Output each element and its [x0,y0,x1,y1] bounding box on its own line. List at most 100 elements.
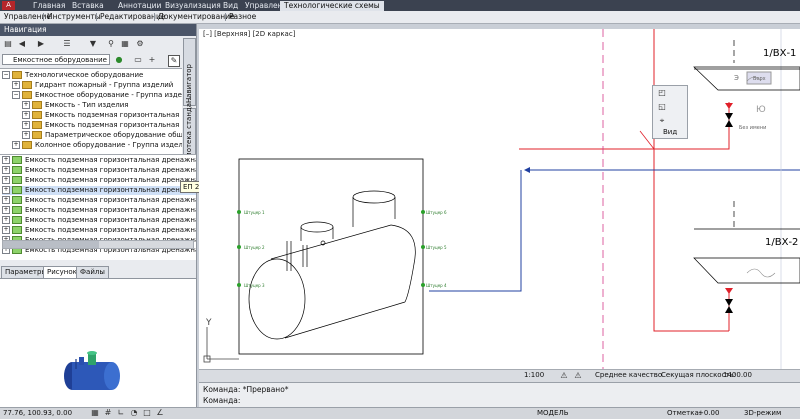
picture-preview [0,278,196,408]
toolbar-documenting[interactable]: Документирование [158,12,235,21]
navigator-panel: Навигация ▤ ◀ ▶ ☰ ▼ ⚲ ▦ ⚙ Емкостное обор… [0,24,197,408]
tab-visualization[interactable]: Визуализация [165,1,221,11]
model-space-button[interactable]: МОДЕЛЬ [537,409,569,417]
tree-item[interactable]: − Технологическое оборудование [2,71,143,80]
nozzle-label: Штуцер 5 [426,245,447,250]
tab-annotations[interactable]: Аннотации [118,1,161,11]
section-plane-value[interactable]: 1400.00 [723,371,752,379]
ucs-icon [203,327,239,363]
elevation-value[interactable]: +0.00 [698,409,719,417]
annotation-visibility-icon[interactable]: ⚠ [573,371,583,381]
tree-item[interactable]: − Емкостное оборудование - Группа изделий [12,91,182,100]
divider [96,13,97,21]
navigator-tools: ▤ ◀ ▶ ☰ ▼ ⚲ ▦ ⚙ [0,37,182,51]
nozzle-label: Штуцер 4 [426,283,447,288]
tree-item[interactable]: + Емкость - Тип изделия [22,101,129,110]
pipe-blue [429,170,522,292]
tab-home[interactable]: Главная [33,1,65,11]
list-item-selected[interactable]: + Емкость подземная горизонтальная дренаж… [2,186,196,195]
list-item[interactable]: +Емкость подземная горизонтальная дренаж… [2,176,196,185]
command-prompt[interactable]: Команда: [203,396,240,405]
navigation-icon[interactable]: ⌖ [657,116,667,126]
tank-preview-image [64,351,120,390]
scrollbar-thumb[interactable] [3,241,99,248]
viewport-controls[interactable]: [–] [Верхняя] [2D каркас] [203,30,295,38]
valve-icon [725,103,733,127]
tab-view[interactable]: Вид [223,1,238,11]
ribbon-bar: A Главная Вставка Аннотации Визуализация… [0,0,800,11]
list-horizontal-scrollbar[interactable] [2,240,194,249]
nozzle-label: Штуцер 3 [244,283,265,288]
drawing-viewport[interactable]: Штуцер 1 Штуцер 2 Штуцер 3 Штуцер 6 Штуц… [199,29,800,369]
tree-item[interactable]: +Параметрическое оборудование общего в [22,131,182,140]
tree-item[interactable]: + Колонное оборудование - Группа изделий [12,141,182,150]
annotation-scale-icon[interactable]: ⚠ [559,371,569,381]
settings-icon[interactable]: ⚙ [135,39,145,49]
list-item[interactable]: +Емкость подземная горизонтальная дренаж… [2,226,196,235]
apparatus-label-2: 1/ВХ-2 [765,237,798,248]
otrack-icon[interactable]: ∠ [155,408,165,418]
divider [43,13,44,21]
workspace-select[interactable]: 3D-режим [744,409,781,417]
snap-icon[interactable]: ▦ [90,408,100,418]
add-icon[interactable]: + [147,55,157,65]
refresh-icon[interactable]: ● [114,55,124,65]
library-icon[interactable]: ▤ [3,39,13,49]
back-icon[interactable]: ◀ [17,39,27,49]
grid-icon[interactable]: # [103,408,113,418]
find-icon[interactable]: ⚲ [106,39,116,49]
filter-icon[interactable]: ▼ [88,39,98,49]
nozzle-label: Штуцер 2 [244,245,265,250]
list-item[interactable]: +Емкость подземная горизонтальная дренаж… [2,216,196,225]
command-line[interactable]: Команда: *Прервано* Команда: [199,382,800,408]
tree-item[interactable]: + Гидрант пожарный - Группа изделий [12,81,173,90]
nozzle-markers [237,210,425,287]
toolbar-misc[interactable]: Разное [229,12,256,21]
apparatus-label-1: 1/ВХ-1 [763,48,796,59]
tab-process-schemes[interactable]: Технологические схемы [280,1,384,11]
properties-icon[interactable]: ▦ [120,39,130,49]
view-panel-label: Вид [663,128,678,136]
tank-drawing [248,190,416,340]
view-tools-panel: ◰ ◱ ⌖ Вид [652,85,688,139]
list-item[interactable]: +Емкость подземная горизонтальная дренаж… [2,206,196,215]
list-item[interactable]: +Емкость подземная горизонтальная дренаж… [2,166,196,175]
quality-select[interactable]: Среднее качество [595,371,662,379]
tree-item[interactable]: +Емкость подземная горизонтальная дрен [22,121,182,130]
view-cube-icon[interactable]: ◰ [657,88,667,98]
toolbar-edit[interactable]: Редактирование [100,12,165,21]
divider [154,13,155,21]
list-item[interactable]: +Емкость подземная горизонтальная дренаж… [2,156,196,165]
command-history: Команда: *Прервано* [203,385,289,394]
secondary-toolbar: Управление Инструменты Редактирование До… [0,11,800,24]
navigator-title: Навигация [0,24,196,36]
next-icon[interactable]: ▶ [36,39,46,49]
status-bar: 77.76, 100.93, 0.00 ▦ # ∟ ◔ □ ∠ МОДЕЛЬ О… [0,407,800,419]
osnap-icon[interactable]: □ [142,408,152,418]
nozzle-label: Штуцер 6 [426,210,447,215]
viewport-status-bar: 1:100 ⚠ ⚠ Среднее качество Секущая плоск… [199,369,800,382]
list-item[interactable]: +Емкость подземная горизонтальная дренаж… [2,196,196,205]
view-label: Э [734,74,739,82]
visual-style-icon[interactable]: ◱ [657,102,667,112]
toolbar-manage[interactable]: Управление [4,12,51,21]
group-filter-select[interactable]: Емкостное оборудование - Гру... [2,54,110,65]
elevation-label: Отметка: [667,409,702,417]
scale-select[interactable]: 1:100 [524,371,544,379]
list-view-icon[interactable]: ☰ [62,39,72,49]
nameless-label: Без имени [739,125,766,131]
folder-icon[interactable]: ▭ [133,55,143,65]
ortho-icon[interactable]: ∟ [116,408,126,418]
arrow-icon [524,167,530,173]
valve-icon [725,288,733,313]
toolbar-tools[interactable]: Инструменты [47,12,101,21]
drawing-canvas[interactable]: Штуцер 1 Штуцер 2 Штуцер 3 Штуцер 6 Штуц… [199,29,800,369]
coordinates-readout: 77.76, 100.93, 0.00 [3,409,73,417]
divider [225,13,226,21]
application-menu-button[interactable]: A [2,1,15,10]
pipe-red-vertical [653,29,729,332]
tree-item[interactable]: +Емкость подземная горизонтальная дрен [22,111,182,120]
pencil-icon[interactable]: ✎ [168,55,180,67]
tab-insert[interactable]: Вставка [72,1,104,11]
polar-icon[interactable]: ◔ [129,408,139,418]
